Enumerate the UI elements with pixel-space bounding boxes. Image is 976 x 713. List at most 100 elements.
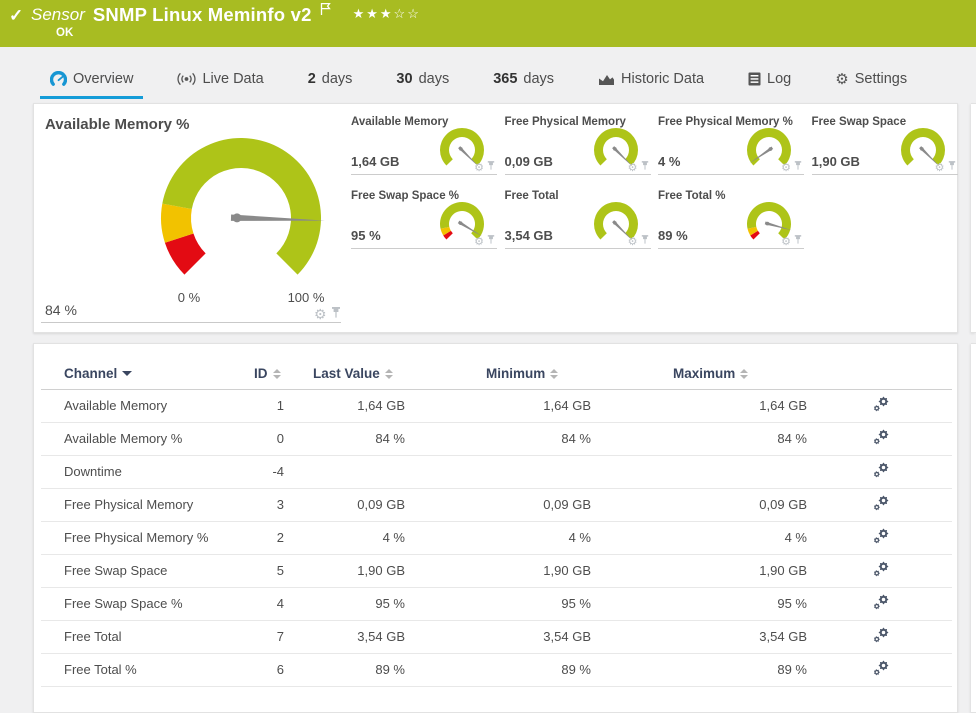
table-row: Downtime -4 — [41, 455, 952, 489]
gear-icon[interactable]: ⚙ — [781, 235, 791, 248]
channels-table: Channel ID Last Value Minimum Maximum Av… — [41, 359, 952, 687]
table-row: Free Physical Memory 3 0,09 GB 0,09 GB 0,09 … — [41, 488, 952, 522]
table-row: Free Total % 6 89 % 89 % 89 % — [41, 653, 952, 687]
tab-overview[interactable]: Overview — [40, 62, 144, 99]
small-gauge-tile[interactable]: Free Total % 89 % ⚙ — [658, 190, 804, 249]
gear-icon[interactable]: ⚙ — [628, 235, 638, 248]
tab-365-days[interactable]: 365 days — [483, 62, 564, 99]
channel-settings-button[interactable] — [873, 660, 889, 676]
channel-name-cell[interactable]: Available Memory % — [41, 422, 249, 456]
small-gauge-value: 1,90 GB — [811, 154, 860, 169]
small-gauge-tile[interactable]: Free Physical Memory 0,09 GB ⚙ — [504, 116, 651, 175]
tab-label: days — [418, 71, 450, 87]
settings-cell — [807, 587, 952, 621]
channel-settings-button[interactable] — [873, 495, 889, 511]
sort-desc-icon — [122, 371, 133, 377]
pin-icon[interactable] — [794, 234, 802, 248]
settings-cell — [807, 389, 952, 423]
small-gauge-tile[interactable]: Free Swap Space 1,90 GB ⚙ — [811, 116, 958, 175]
column-header-channel[interactable]: Channel — [41, 359, 249, 390]
small-gauge-tile[interactable]: Free Physical Memory % 4 % ⚙ — [658, 116, 804, 175]
sensor-status-text: OK — [56, 27, 74, 39]
minimum-cell: 3,54 GB — [405, 620, 591, 654]
channel-settings-button[interactable] — [873, 528, 889, 544]
gauge-max-label: 100 % — [287, 290, 325, 305]
small-gauge-tile[interactable]: Available Memory 1,64 GB ⚙ — [351, 116, 497, 175]
pin-icon[interactable] — [948, 160, 956, 174]
small-gauge-value: 3,54 GB — [504, 228, 553, 243]
minimum-cell: 0,09 GB — [405, 488, 591, 522]
channel-settings-button[interactable] — [873, 627, 889, 643]
tab-2-days[interactable]: 2 days — [298, 62, 363, 99]
gear-icon[interactable]: ⚙ — [474, 161, 484, 174]
small-gauge-value: 1,64 GB — [351, 154, 400, 169]
settings-cell — [807, 422, 952, 456]
tab-live-data[interactable]: Live Data — [167, 62, 273, 99]
small-gauge-value: 0,09 GB — [504, 154, 553, 169]
tab-30-days[interactable]: 30 days — [386, 62, 459, 99]
channel-name-cell[interactable]: Free Physical Memory % — [41, 521, 249, 555]
pin-icon[interactable] — [487, 234, 495, 248]
table-row: Free Swap Space % 4 95 % 95 % 95 % — [41, 587, 952, 621]
gear-icon[interactable]: ⚙ — [474, 235, 484, 248]
small-gauges-grid: Available Memory 1,64 GB ⚙ Free Physical Me… — [351, 116, 958, 256]
column-header-minimum[interactable]: Minimum — [405, 359, 591, 390]
small-gauge-tile[interactable]: Free Total 3,54 GB ⚙ — [504, 190, 651, 249]
small-gauge-title: Free Total % — [658, 190, 726, 202]
channel-name-cell[interactable]: Free Swap Space % — [41, 587, 249, 621]
last-value-cell: 0,09 GB — [284, 488, 405, 522]
channel-name-cell[interactable]: Free Swap Space — [41, 554, 249, 588]
main-gauge-tile[interactable]: Available Memory % 0 % 100 % 84 % ⚙ — [41, 112, 341, 323]
maximum-cell: 95 % — [591, 587, 807, 621]
tab-bar: Overview Live Data 2 days 30 days 365 da… — [0, 62, 976, 99]
settings-cell — [807, 488, 952, 522]
channel-id-cell: 4 — [249, 587, 284, 621]
flag-icon[interactable] — [320, 2, 331, 21]
column-header-id[interactable]: ID — [249, 359, 284, 390]
small-gauge-value: 95 % — [351, 228, 381, 243]
gauges-panel: Available Memory % 0 % 100 % 84 % ⚙ Avai… — [33, 103, 958, 333]
last-value-cell: 3,54 GB — [284, 620, 405, 654]
channel-name-cell[interactable]: Available Memory — [41, 389, 249, 423]
gear-icon[interactable]: ⚙ — [781, 161, 791, 174]
small-gauge-value: 89 % — [658, 228, 688, 243]
gear-icon[interactable]: ⚙ — [935, 161, 945, 174]
channel-settings-button[interactable] — [873, 429, 889, 445]
pin-icon[interactable] — [641, 234, 649, 248]
small-gauge-tile[interactable]: Free Swap Space % 95 % ⚙ — [351, 190, 497, 249]
gear-icon[interactable]: ⚙ — [628, 161, 638, 174]
last-value-cell: 1,90 GB — [284, 554, 405, 588]
tab-label: Settings — [854, 71, 908, 87]
maximum-cell: 89 % — [591, 653, 807, 687]
channel-name-cell[interactable]: Free Total % — [41, 653, 249, 687]
channel-settings-button[interactable] — [873, 594, 889, 610]
settings-cell — [807, 620, 952, 654]
pin-icon[interactable] — [794, 160, 802, 174]
channel-id-cell: 7 — [249, 620, 284, 654]
column-label: Minimum — [486, 366, 546, 382]
small-gauge-title: Available Memory — [351, 116, 449, 128]
sensor-title: SNMP Linux Meminfo v2 — [92, 4, 312, 25]
channel-settings-button[interactable] — [873, 396, 889, 412]
maximum-cell: 4 % — [591, 521, 807, 555]
pin-icon[interactable] — [487, 160, 495, 174]
tab-settings[interactable]: ⚙ Settings — [825, 62, 917, 99]
column-header-last-value[interactable]: Last Value — [284, 359, 405, 390]
pin-icon[interactable] — [641, 160, 649, 174]
channel-settings-button[interactable] — [873, 462, 889, 478]
channel-name-cell[interactable]: Free Total — [41, 620, 249, 654]
tab-historic-data[interactable]: Historic Data — [588, 62, 714, 99]
tab-log[interactable]: Log — [738, 62, 801, 99]
channel-id-cell: 5 — [249, 554, 284, 588]
gear-icon[interactable]: ⚙ — [314, 307, 327, 321]
channel-settings-button[interactable] — [873, 561, 889, 577]
channel-name-cell[interactable]: Free Physical Memory — [41, 488, 249, 522]
channel-name-cell[interactable]: Downtime — [41, 455, 249, 489]
table-row: Available Memory 1 1,64 GB 1,64 GB 1,64 GB — [41, 389, 952, 423]
pin-icon[interactable] — [331, 306, 341, 322]
star-rating[interactable]: ★★★☆☆ — [353, 6, 421, 22]
settings-cell — [807, 653, 952, 687]
last-value-cell: 84 % — [284, 422, 405, 456]
column-header-maximum[interactable]: Maximum — [591, 359, 807, 390]
minimum-cell: 84 % — [405, 422, 591, 456]
